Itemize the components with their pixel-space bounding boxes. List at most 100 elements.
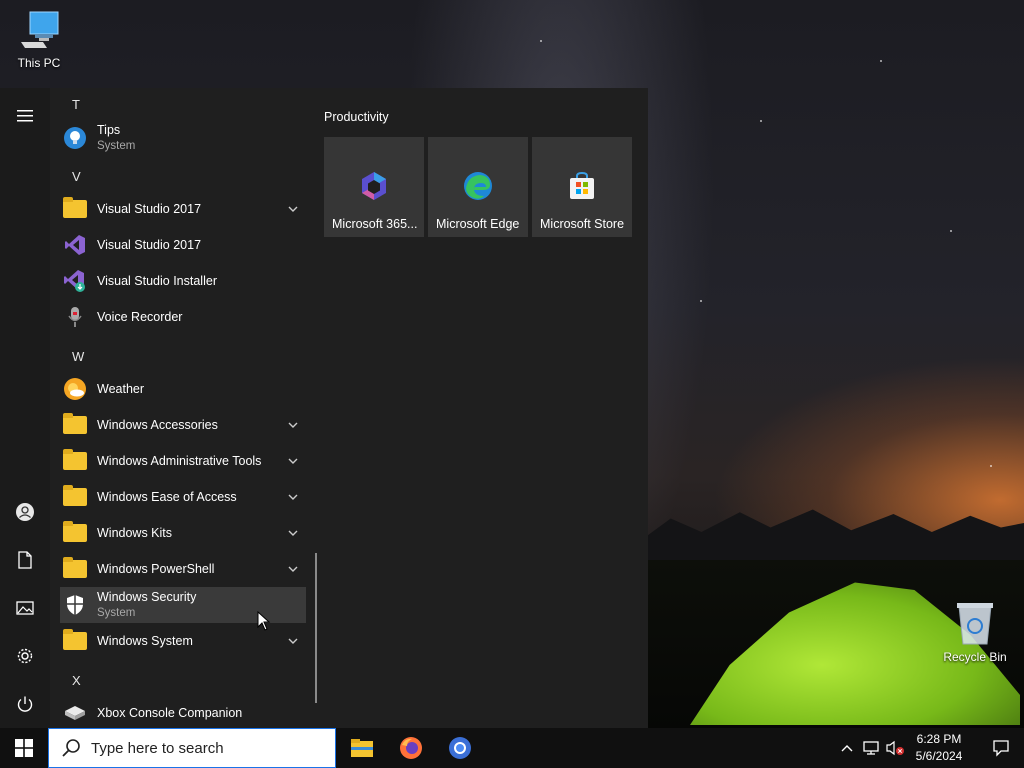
app-name: Windows PowerShell — [97, 562, 215, 576]
folder-icon — [63, 485, 87, 509]
chevron-down-icon[interactable] — [286, 202, 300, 216]
tray-clock[interactable]: 6:28 PM 5/6/2024 — [908, 731, 970, 765]
power-button[interactable] — [0, 682, 50, 726]
folder-icon — [63, 629, 87, 653]
app-name: Windows System — [97, 634, 193, 648]
app-windows-powershell[interactable]: Windows PowerShell — [60, 551, 306, 587]
star — [760, 120, 762, 122]
recycle-bin-label: Recycle Bin — [943, 650, 1007, 664]
tile-label: Microsoft Store — [540, 217, 625, 231]
documents-button[interactable] — [0, 538, 50, 582]
chevron-down-icon[interactable] — [286, 634, 300, 648]
app-list-scrollbar[interactable] — [315, 553, 317, 703]
clock-date: 5/6/2024 — [915, 749, 963, 763]
xbox-icon — [63, 701, 87, 725]
taskbar-firefox[interactable] — [387, 728, 435, 768]
app-name: Visual Studio 2017 — [97, 202, 202, 216]
chevron-down-icon[interactable] — [286, 526, 300, 540]
app-name: Windows Security — [97, 590, 197, 604]
chevron-down-icon[interactable] — [286, 454, 300, 468]
app-visual-studio-2017-folder[interactable]: Visual Studio 2017 — [60, 191, 306, 227]
app-windows-administrative-tools[interactable]: Windows Administrative Tools — [60, 443, 306, 479]
star — [540, 40, 542, 42]
app-name: Tips — [97, 123, 121, 137]
chrome-icon — [449, 737, 471, 759]
tile-group-title[interactable]: Productivity — [324, 110, 389, 124]
app-visual-studio-installer[interactable]: Visual Studio Installer — [60, 263, 306, 299]
expand-menu-button[interactable] — [0, 94, 50, 138]
app-name: Windows Administrative Tools — [97, 454, 262, 468]
app-voice-recorder[interactable]: Voice Recorder — [60, 299, 306, 335]
app-windows-accessories[interactable]: Windows Accessories — [60, 407, 306, 443]
microsoft-365-icon — [362, 172, 386, 200]
network-tray-button[interactable] — [861, 738, 881, 758]
gear-icon — [17, 648, 33, 664]
chevron-down-icon[interactable] — [286, 418, 300, 432]
recycle-bin-icon — [957, 603, 993, 645]
start-button[interactable] — [0, 728, 48, 768]
edge-icon — [464, 172, 492, 200]
search-icon — [62, 739, 80, 757]
folder-icon — [63, 197, 87, 221]
app-subtitle: System — [97, 140, 136, 152]
recycle-bin-desktop-icon[interactable]: Recycle Bin — [940, 600, 1010, 664]
account-button[interactable] — [0, 490, 50, 534]
this-pc-desktop-icon[interactable]: This PC — [4, 8, 74, 70]
app-name: Xbox Console Companion — [97, 706, 243, 720]
tile-microsoft-365[interactable]: Microsoft 365... — [324, 137, 424, 237]
app-visual-studio-2017[interactable]: Visual Studio 2017 — [60, 227, 306, 263]
star — [990, 465, 992, 467]
tile-label: Microsoft Edge — [436, 217, 520, 231]
folder-icon — [351, 739, 373, 757]
chevron-down-icon[interactable] — [286, 490, 300, 504]
app-tips[interactable]: Tips System — [60, 120, 306, 156]
folder-icon — [63, 521, 87, 545]
app-name: Weather — [97, 382, 145, 396]
chevron-down-icon[interactable] — [286, 562, 300, 576]
app-xbox-console-companion[interactable]: Xbox Console Companion — [60, 695, 306, 728]
user-icon — [16, 503, 34, 521]
letter-header-w[interactable]: W — [72, 349, 84, 364]
volume-tray-button[interactable] — [885, 738, 905, 758]
store-icon — [570, 171, 594, 199]
tile-microsoft-store[interactable]: Microsoft Store — [532, 137, 632, 237]
app-name: Windows Ease of Access — [97, 490, 237, 504]
clock-time: 6:28 PM — [916, 732, 962, 746]
lightbulb-icon — [63, 126, 87, 150]
star — [950, 230, 952, 232]
folder-icon — [63, 557, 87, 581]
power-icon — [17, 696, 33, 712]
app-name: Windows Accessories — [97, 418, 218, 432]
chevron-up-icon — [841, 745, 853, 752]
star — [700, 300, 702, 302]
app-weather[interactable]: Weather — [60, 371, 306, 407]
action-center-button[interactable] — [978, 728, 1024, 768]
action-center-icon — [993, 740, 1009, 757]
tile-microsoft-edge[interactable]: Microsoft Edge — [428, 137, 528, 237]
taskbar-chrome[interactable] — [436, 728, 484, 768]
start-menu: T Tips System V Visual Studio 2017 Visua… — [0, 88, 648, 728]
visual-studio-icon — [63, 233, 87, 257]
search-box[interactable]: Type here to search — [48, 728, 336, 768]
computer-icon — [21, 11, 59, 48]
letter-header-t[interactable]: T — [72, 97, 80, 112]
tile-label: Microsoft 365... — [332, 217, 418, 231]
show-hidden-icons-button[interactable] — [837, 738, 857, 758]
app-list[interactable]: T Tips System V Visual Studio 2017 Visua… — [50, 88, 320, 728]
pictures-icon — [16, 601, 34, 615]
mouse-cursor — [257, 611, 271, 631]
weather-icon — [63, 377, 87, 401]
settings-button[interactable] — [0, 634, 50, 678]
this-pc-label: This PC — [17, 56, 61, 70]
app-name: Visual Studio 2017 — [97, 238, 202, 252]
letter-header-v[interactable]: V — [72, 169, 81, 184]
taskbar-file-explorer[interactable] — [338, 728, 386, 768]
pictures-button[interactable] — [0, 586, 50, 630]
folder-icon — [63, 413, 87, 437]
app-windows-kits[interactable]: Windows Kits — [60, 515, 306, 551]
search-placeholder: Type here to search — [91, 739, 224, 757]
tiles-area: Productivity Microsoft 365... Microsoft … — [324, 88, 648, 728]
letter-header-x[interactable]: X — [72, 673, 81, 688]
app-subtitle: System — [97, 607, 136, 619]
app-windows-ease-of-access[interactable]: Windows Ease of Access — [60, 479, 306, 515]
